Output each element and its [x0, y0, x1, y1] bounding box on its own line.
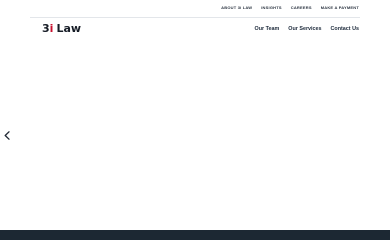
main-nav: Our Team Our Services Contact Us: [255, 26, 360, 32]
hero-slider: [0, 48, 390, 230]
utility-link-make-payment[interactable]: MAKE A PAYMENT: [321, 5, 359, 10]
nav-link-our-services[interactable]: Our Services: [288, 26, 321, 32]
nav-link-contact-us[interactable]: Contact Us: [331, 26, 359, 32]
slider-prev-button[interactable]: [2, 128, 12, 142]
logo-number: 3: [42, 22, 50, 35]
footer-strip: [0, 230, 390, 240]
logo-i: i: [49, 22, 54, 35]
logo-word: Law: [56, 22, 82, 35]
nav-link-our-team[interactable]: Our Team: [255, 26, 280, 32]
top-utility-bar: ABOUT 3i LAW INSIGHTS CAREERS MAKE A PAY…: [30, 0, 360, 18]
utility-link-insights[interactable]: INSIGHTS: [261, 5, 282, 10]
utility-link-careers[interactable]: CAREERS: [291, 5, 312, 10]
utility-nav: ABOUT 3i LAW INSIGHTS CAREERS MAKE A PAY…: [221, 5, 359, 10]
site-logo[interactable]: 3 i Law: [42, 22, 81, 35]
chevron-left-icon: [4, 130, 10, 140]
utility-link-about[interactable]: ABOUT 3i LAW: [221, 5, 252, 10]
